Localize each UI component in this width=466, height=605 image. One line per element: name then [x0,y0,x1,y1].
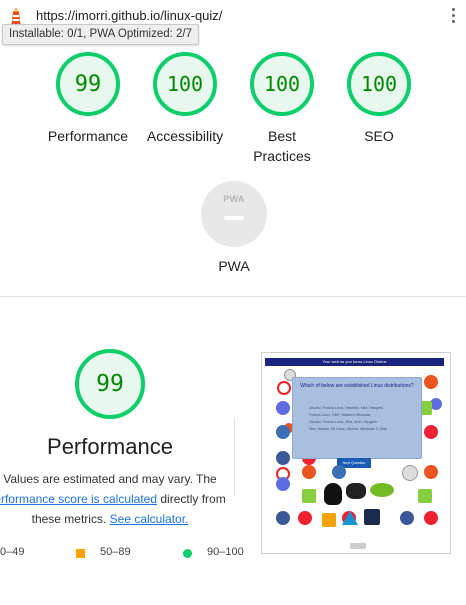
quiz-option: Ubuntu, Fedora Linux, Mint, Arch, Hacger… [309,420,377,424]
desc-line-1: Values are estimated and may vary. The [3,472,217,486]
performance-title: Performance [47,434,173,459]
accessibility-label: Accessibility [146,128,224,144]
section-divider [0,296,466,297]
best-practices-score: 100 [263,72,301,96]
slackware-icon [276,451,290,465]
pwa-badge-text: PWA [223,194,245,204]
redhat-icon-2 [424,425,438,439]
ubuntu-icon-3 [424,375,438,389]
bottom-icon [350,543,366,549]
performance-label: Performance [47,128,129,144]
ubuntu-icon-4 [302,465,316,479]
legend-average: 50–89 [100,546,131,558]
legend-fail: 0–49 [0,546,25,558]
desc-line-3: these metrics. See calculator. [0,509,230,529]
debian-icon [277,381,291,395]
seo-label: SEO [364,128,394,144]
quiz-option: Ubuntu, Fedora Linux, HackMe, Mint, Hacg… [309,406,383,410]
redhat-icon-3 [298,511,312,525]
lighthouse-icon [11,8,21,24]
desc-line-3-text: these metrics. [31,512,107,526]
accessibility-gauge[interactable]: 100 [152,51,218,117]
best-practices-gauge[interactable]: 100 [249,51,315,117]
redhat-icon-5 [424,511,438,525]
performance-gauge[interactable]: 99 [55,51,121,117]
arch-icon [342,511,358,525]
quiz-option: Mint, Hacker, Mt Linux, Ubuntu, Windows … [309,427,388,431]
performance-large-score: 99 [96,371,124,397]
ubuntu-icon-5 [424,465,438,479]
performance-description: Values are estimated and may vary. The e… [0,469,230,529]
kali-icon [364,509,380,525]
opensuse-icon [276,425,290,439]
fedora-icon [276,401,290,415]
desc-mid: directly from [160,492,226,506]
performance-large-gauge: 99 [74,348,146,420]
pass-circle-icon [183,549,192,558]
vertical-divider [234,418,235,496]
performance-score: 99 [74,71,102,97]
slackware-icon-3 [400,511,414,525]
gnu-icon [346,483,366,499]
legend-pass: 90–100 [207,546,244,558]
see-calculator-link[interactable]: See calculator. [110,512,189,526]
opensuse-icon-3 [332,465,346,479]
thumbnail-banner: Your web as you know Linux Distros [265,358,444,366]
opensuse-chameleon-icon [370,483,394,497]
gentoo-icon [322,513,336,527]
quiz-question: Which of below are established Linux dis… [300,383,414,389]
best-practices-label: Best Practices [253,128,311,164]
tux-icon-2 [402,465,418,481]
average-square-icon [76,549,85,558]
more-menu-icon[interactable] [452,8,456,24]
pwa-dash-icon [224,216,244,220]
accessibility-score: 100 [166,72,204,96]
mint-icon-3 [418,489,432,503]
performance-score-link[interactable]: erformance score is calculated [0,492,157,506]
quiz-card: Which of below are established Linux dis… [292,377,422,459]
pwa-badge[interactable]: PWA [201,181,267,247]
seo-gauge[interactable]: 100 [346,51,412,117]
slackware-icon-2 [276,511,290,525]
seo-score: 100 [360,72,398,96]
tux-penguin-icon [324,483,342,505]
pwa-label: PWA [218,258,250,274]
desc-line-2: erformance score is calculated directly … [0,489,230,509]
quiz-option: Fedora Linux, ODE, Mastero Windows [309,413,371,417]
url-text[interactable]: https://imorri.github.io/linux-quiz/ [36,8,222,23]
mint-icon-2 [302,489,316,503]
fedora-icon-3 [276,477,290,491]
pwa-tooltip: Installable: 0/1, PWA Optimized: 2/7 [2,24,200,45]
page-screenshot-thumbnail[interactable]: Your web as you know Linux Distros Which… [261,352,451,554]
